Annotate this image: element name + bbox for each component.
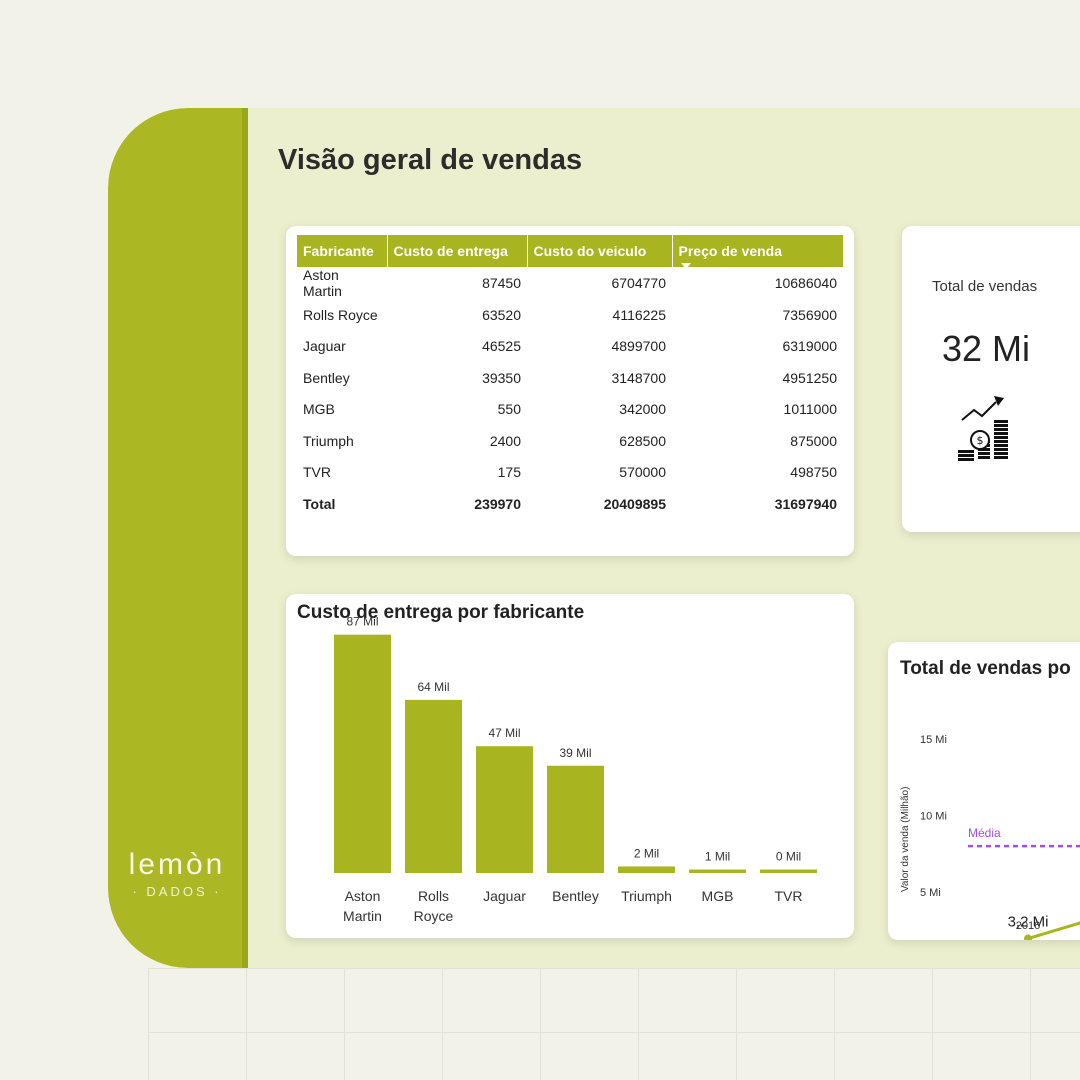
sales-table: Fabricante Custo de entrega Custo do vei…	[297, 235, 843, 520]
cell-custo-veiculo: 6704770	[611, 275, 666, 291]
y-tick-label: 5 Mi	[920, 887, 941, 899]
cell-preco-venda: 4951250	[782, 369, 837, 386]
total-label: Total	[303, 495, 336, 512]
cell-fabricante: Aston Martin	[303, 267, 342, 299]
bar	[760, 869, 817, 873]
y-tick-label: 15 Mi	[920, 734, 947, 746]
cell-fabricante: Jaguar	[303, 338, 346, 355]
bar-data-label: 0 Mil	[776, 850, 801, 864]
kpi-value: 32 Mi	[942, 328, 1031, 369]
data-point	[1024, 934, 1032, 940]
cell-preco-venda: 875000	[790, 432, 837, 449]
cell-custo-veiculo: 570000	[619, 464, 666, 481]
cell-custo-veiculo: 4116225	[612, 306, 666, 323]
bar-data-label: 47 Mil	[488, 726, 520, 740]
bar-data-label: 2 Mil	[634, 846, 659, 860]
money-growth-icon: $	[958, 396, 1008, 461]
table-row[interactable]: TVR 175 570000 498750	[297, 457, 843, 489]
x-tick-label: Royce	[414, 908, 454, 924]
column-header-custo-veiculo[interactable]: Custo do veiculo	[527, 235, 673, 267]
x-tick-label: Triumph	[621, 888, 672, 904]
sidebar	[108, 108, 246, 968]
dashboard: lemòn · DADOS · Visão geral de vendas Fa…	[108, 108, 1080, 968]
cell-preco-venda: 1011000	[783, 401, 837, 418]
kpi-card: Total de vendas 32 Mi $	[902, 226, 1080, 532]
cell-custo-entrega: 39350	[482, 369, 521, 386]
cell-custo-entrega: 2400	[489, 432, 521, 449]
cell-custo-veiculo: 628500	[619, 432, 666, 449]
bar	[618, 866, 675, 873]
bar	[334, 634, 391, 873]
column-header-preco-venda-label: Preço de venda	[678, 243, 783, 259]
sort-descending-icon	[680, 263, 691, 269]
cell-preco-venda: 6319000	[782, 338, 837, 355]
bar-data-label: 1 Mil	[705, 850, 730, 864]
sidebar-edge	[242, 108, 248, 968]
x-tick-label: 2016	[1016, 920, 1040, 932]
line-chart: 15 Mi 10 Mi 5 Mi Valor da venda (Milhão) Méd…	[900, 734, 1080, 940]
y-tick-label: 10 Mi	[920, 811, 947, 823]
x-tick-label: Rolls	[418, 888, 449, 904]
cell-fabricante: MGB	[303, 401, 335, 418]
logo: lemòn · DADOS ·	[108, 848, 246, 899]
logo-subtitle: · DADOS ·	[132, 884, 222, 899]
column-header-custo-entrega[interactable]: Custo de entrega	[387, 235, 528, 267]
cell-custo-veiculo: 342000	[619, 401, 666, 418]
table-row[interactable]: MGB 550 342000 1011000	[297, 394, 843, 426]
cell-custo-entrega: 46525	[482, 338, 521, 355]
background-grid	[148, 968, 1080, 1080]
table-total-row: Total 239970 20409895 31697940	[297, 488, 843, 520]
x-tick-label: Bentley	[552, 888, 599, 904]
x-tick-label: TVR	[775, 888, 803, 904]
bar-chart: 87 Mil Aston Martin 64 Mil Rolls Royce 47 Mil J…	[334, 615, 817, 924]
cell-fabricante: Triumph	[303, 432, 354, 449]
cell-fabricante: Rolls Royce	[303, 306, 378, 323]
bar-data-label: 39 Mil	[559, 746, 591, 760]
bar	[405, 699, 462, 873]
line-chart-card: Total de vendas po 15 Mi 10 Mi 5 Mi Valor d…	[888, 642, 1080, 940]
x-tick-label: Martin	[343, 908, 382, 924]
total-custo-entrega: 239970	[474, 495, 521, 512]
x-tick-label: Aston	[345, 888, 381, 904]
y-axis-label: Valor da venda (Milhão)	[900, 787, 911, 892]
cell-fabricante: Bentley	[303, 369, 350, 386]
total-preco-venda: 31697940	[774, 495, 837, 512]
cell-custo-veiculo: 3148700	[611, 369, 666, 386]
cell-preco-venda: 10686040	[774, 275, 837, 291]
cell-custo-entrega: 175	[497, 464, 521, 481]
cell-custo-veiculo: 4899700	[611, 338, 666, 355]
logo-name: lemòn	[128, 848, 226, 881]
cell-fabricante: TVR	[303, 464, 331, 481]
cell-preco-venda: 7356900	[782, 306, 837, 323]
cell-custo-entrega: 87450	[482, 275, 521, 291]
bar	[547, 765, 604, 873]
x-tick-label: Jaguar	[483, 888, 526, 904]
table-row[interactable]: Triumph 2400 628500 875000	[297, 425, 843, 457]
kpi-label: Total de vendas	[932, 278, 1038, 295]
bar-data-label: 87 Mil	[346, 615, 378, 629]
table-row[interactable]: Rolls Royce 63520 4116225 7356900	[297, 299, 843, 331]
table-row[interactable]: Jaguar 46525 4899700 6319000	[297, 331, 843, 363]
svg-text:$: $	[977, 434, 984, 447]
sales-table-card: Fabricante Custo de entrega Custo do vei…	[286, 226, 854, 556]
bar-data-label: 64 Mil	[417, 680, 449, 694]
cell-preco-venda: 498750	[790, 464, 837, 481]
total-custo-veiculo: 20409895	[603, 495, 666, 512]
x-tick-label: MGB	[702, 888, 734, 904]
table-row[interactable]: Bentley 39350 3148700 4951250	[297, 362, 843, 394]
bar-chart-card: Custo de entrega por fabricante 87 Mil As…	[286, 594, 854, 938]
column-header-preco-venda[interactable]: Preço de venda	[672, 235, 843, 269]
cell-custo-entrega: 63520	[482, 306, 521, 323]
column-header-fabricante[interactable]: Fabricante	[297, 235, 388, 267]
table-row[interactable]: Aston Martin 87450 6704770 10686040	[297, 267, 843, 299]
cell-custo-entrega: 550	[497, 401, 521, 418]
average-label: Média	[968, 826, 1001, 840]
bar	[476, 746, 533, 873]
bar	[689, 869, 746, 873]
page-title: Visão geral de vendas	[278, 144, 583, 176]
